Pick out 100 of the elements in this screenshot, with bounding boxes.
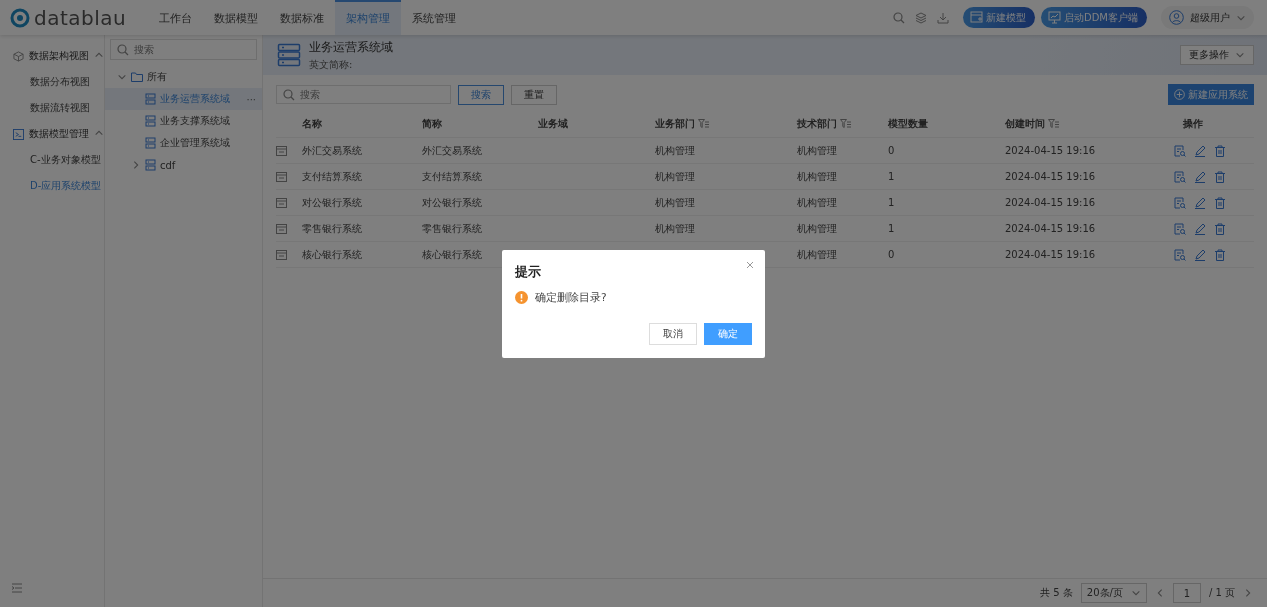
toggle-icon[interactable] — [131, 160, 141, 170]
launch-client-button[interactable]: 启动DDM客户端 — [1040, 7, 1147, 28]
tree-label: 所有 — [147, 70, 167, 84]
user-menu[interactable]: 超级用户 — [1161, 6, 1254, 29]
delete-icon[interactable] — [1213, 196, 1226, 209]
delete-icon[interactable] — [1213, 170, 1226, 183]
sidebar-item[interactable]: D-应用系统模型 — [0, 173, 104, 199]
sidebar-group[interactable]: 数据架构视图 — [0, 43, 104, 69]
page-size-select[interactable]: 20条/页 — [1080, 583, 1147, 603]
table-cell: 零售银行系统 — [422, 221, 482, 236]
next-page-icon[interactable] — [1243, 588, 1253, 598]
search-field[interactable]: 搜索 — [276, 85, 451, 104]
search-button[interactable]: 搜索 — [458, 84, 504, 105]
group-label: 数据模型管理 — [29, 127, 89, 141]
table-cell: 核心银行系统 — [302, 247, 362, 262]
user-icon — [1169, 10, 1184, 25]
more-icon[interactable]: ··· — [246, 93, 256, 105]
tree-item[interactable]: 所有 — [105, 66, 262, 88]
cancel-button[interactable]: 取消 — [649, 322, 697, 345]
logo-icon — [10, 7, 30, 28]
total-count: 共 5 条 — [1040, 586, 1073, 600]
dialog-title: 提示 — [515, 263, 542, 281]
chevron-icon[interactable] — [1130, 588, 1141, 598]
folder-icon — [131, 72, 143, 82]
search-field[interactable]: 搜索 — [110, 39, 257, 60]
filter-icon[interactable] — [698, 119, 709, 129]
delete-icon[interactable] — [1213, 248, 1226, 261]
view-icon[interactable] — [1173, 196, 1186, 209]
table-cell: 2024-04-15 19:16 — [1005, 197, 1096, 208]
dialog-message: 确定删除目录? — [535, 290, 607, 305]
column-header: 创建时间 — [1005, 117, 1045, 131]
tree-item[interactable]: 业务运营系统域 ··· — [105, 88, 262, 110]
sidebar-item[interactable]: C-业务对象模型 — [0, 147, 104, 173]
collapse-menu-icon[interactable] — [11, 583, 23, 593]
edit-icon[interactable] — [1193, 196, 1206, 209]
logo-text: datablau — [34, 5, 127, 30]
new-system-button[interactable]: 新建应用系统 — [1168, 84, 1254, 105]
edit-icon[interactable] — [1193, 144, 1206, 157]
table-cell: 机构管理 — [655, 169, 695, 184]
tree-item[interactable]: 业务支撑系统域 — [105, 110, 262, 132]
tree-label: 企业管理系统域 — [160, 136, 230, 150]
table-cell: 1 — [888, 223, 895, 234]
table-cell: 机构管理 — [797, 247, 837, 262]
tree-label: 业务支撑系统域 — [160, 114, 230, 128]
page-subtitle: 英文简称: — [309, 57, 354, 72]
caret-icon[interactable] — [94, 128, 104, 138]
plus-circle-icon — [1174, 89, 1185, 100]
delete-icon[interactable] — [1213, 222, 1226, 235]
view-icon[interactable] — [1173, 144, 1186, 157]
more-actions-dropdown[interactable]: 更多操作 — [1180, 45, 1254, 65]
table-cell: 支付结算系统 — [302, 169, 362, 184]
table-cell: 0 — [888, 249, 895, 260]
edit-icon[interactable] — [1193, 170, 1206, 183]
tree-label: cdf — [160, 159, 176, 171]
view-icon[interactable] — [1173, 222, 1186, 235]
filter-icon[interactable] — [840, 119, 851, 129]
caret-icon[interactable] — [94, 50, 104, 60]
confirm-button[interactable]: 确定 — [704, 322, 752, 345]
layers-icon[interactable] — [914, 11, 927, 24]
edit-icon[interactable] — [1193, 248, 1206, 261]
search-icon[interactable] — [892, 11, 905, 24]
sidebar-item[interactable]: 数据流转视图 — [0, 95, 104, 121]
server-icon — [145, 115, 156, 127]
column-header: 业务部门 — [655, 117, 695, 131]
tree-item[interactable]: 企业管理系统域 — [105, 132, 262, 154]
reset-button[interactable]: 重置 — [511, 84, 557, 105]
server-icon — [277, 43, 301, 67]
sidebar-item[interactable]: 数据分布视图 — [0, 69, 104, 95]
nav-tab[interactable]: 数据模型 — [203, 0, 270, 35]
new-model-button[interactable]: 新建模型 — [962, 7, 1035, 28]
filter-icon[interactable] — [1048, 119, 1059, 129]
page-input[interactable]: 1 — [1172, 583, 1201, 603]
chevron-icon[interactable] — [1235, 50, 1245, 60]
toggle-icon[interactable] — [117, 72, 127, 82]
server-icon — [145, 159, 156, 171]
server-icon — [145, 93, 156, 105]
view-icon[interactable] — [1173, 248, 1186, 261]
server-icon — [145, 137, 156, 149]
download-icon[interactable] — [936, 11, 949, 24]
group-label: 数据架构视图 — [29, 49, 89, 63]
tree-item[interactable]: cdf — [105, 154, 262, 176]
view-icon[interactable] — [1173, 170, 1186, 183]
table-cell: 外汇交易系统 — [422, 143, 482, 158]
table-cell: 2024-04-15 19:16 — [1005, 223, 1096, 234]
cube-icon — [13, 50, 24, 62]
delete-icon[interactable] — [1213, 144, 1226, 157]
edit-icon[interactable] — [1193, 222, 1206, 235]
column-header: 名称 — [302, 117, 322, 131]
table-cell: 机构管理 — [655, 221, 695, 236]
sidebar-group[interactable]: 数据模型管理 — [0, 121, 104, 147]
nav-tab[interactable]: 架构管理 — [335, 0, 402, 35]
nav-tab[interactable]: 工作台 — [148, 0, 204, 35]
model-icon — [13, 128, 24, 140]
close-icon[interactable] — [746, 260, 754, 269]
tree-label: 业务运营系统域 — [160, 92, 230, 106]
nav-tab[interactable]: 系统管理 — [401, 0, 468, 35]
warning-icon — [515, 291, 528, 304]
user-name: 超级用户 — [1190, 10, 1230, 25]
table-cell: 对公银行系统 — [422, 195, 482, 210]
table-cell: 机构管理 — [797, 221, 837, 236]
